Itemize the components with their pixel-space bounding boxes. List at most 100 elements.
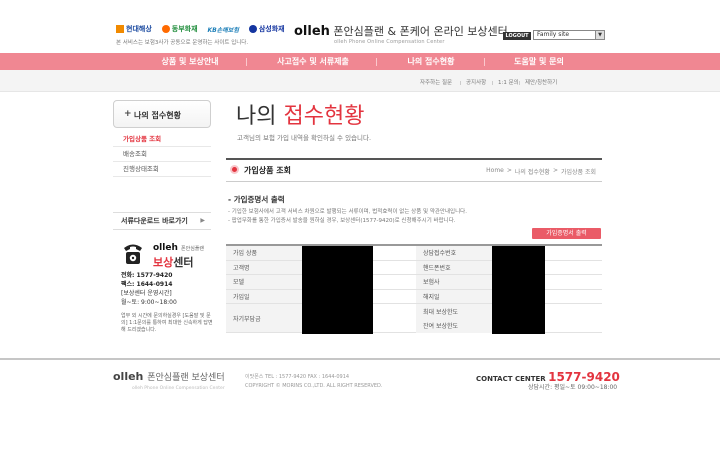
header: 현대해상 동부화재 KB손해보험 삼성화재 본 서비스는 보험3사가 공동으로 … (0, 0, 720, 52)
sub-nav-separator (460, 81, 461, 85)
footer-logo-text: 폰안심플랜 보상센터 (147, 373, 225, 383)
chevron-right-icon: ▶ (200, 217, 205, 224)
sidebar-item-product-lookup[interactable]: 가입상품 조회 (113, 132, 211, 147)
insurer-name: 동부화재 (171, 25, 198, 33)
redacted-values-right (492, 246, 545, 334)
family-site-select[interactable]: Family site ▼ (533, 30, 605, 40)
label-product: 가입 상품 (226, 246, 302, 260)
footer-copyright: COPYRIGHT © MORINS CO.,LTD. ALL RIGHT RE… (245, 383, 383, 389)
nav-item-products[interactable]: 상품 및 보상안내 (135, 53, 245, 70)
breadcrumb-separator: > (506, 167, 512, 174)
sidebar-header: + 나의 접수현황 (113, 100, 211, 128)
center-brand-sub: 폰안심플랜 (181, 246, 205, 252)
center-title: 보상센터 (153, 254, 194, 270)
insurer-name: KB손해보험 (207, 26, 239, 34)
nav-separator (246, 58, 247, 66)
sub-nav-inquiry[interactable]: 1:1 문의 (498, 78, 519, 86)
document-download-link[interactable]: 서류다운로드 바로가기 ▶ (113, 212, 211, 230)
table-row: 고객명 핸드폰번호 (226, 260, 602, 275)
footer-tel-fax: 이맛폰스 TEL : 1577-9420 FAX : 1644-0914 (245, 374, 350, 380)
sidebar-menu: 가입상품 조회 배송조회 진행상태조회 (113, 132, 211, 177)
center-contact-info: 전화: 1577-9420 팩스: 1644-0914 [보상센터 운영시간] … (121, 271, 177, 307)
label-deductible: 자기부담금 (226, 304, 302, 332)
label-remaining-limit: 잔여 보상한도 (416, 318, 492, 333)
label-cancel-date: 해지일 (416, 289, 492, 303)
insurer-note: 본 서비스는 보험3사가 공동으로 운영하는 사이트 입니다. (116, 40, 249, 46)
footer-logo-brand: olleh (113, 370, 144, 383)
sidebar-title: 나의 접수현황 (134, 111, 181, 120)
chevron-down-icon: ▼ (595, 31, 604, 39)
center-brand: olleh 폰안심플랜 (153, 243, 204, 253)
insurer-logos: 현대해상 동부화재 KB손해보험 삼성화재 (116, 24, 285, 34)
breadcrumb-status[interactable]: 나의 접수현황 (515, 167, 550, 176)
sub-nav-notice[interactable]: 공지사항 (466, 78, 486, 86)
certificate-heading: - 가입증명서 출력 (228, 195, 285, 204)
certificate-note: - 기입한 보험사에서 고객 서비스 차원으로 발행되는 서류이며, 법적효력이… (228, 209, 467, 215)
section-header: 가입상품 조회 Home > 나의 접수현황 > 가입상품 조회 (226, 158, 602, 182)
bullet-icon (230, 165, 239, 174)
sub-nav-suggest[interactable]: 제안/칭찬하기 (525, 78, 557, 86)
insurer-name: 현대해상 (126, 25, 152, 33)
center-fax: 팩스: 1644-0914 (121, 281, 173, 288)
footer-logo-subtitle: olleh Phone Online Compensation Center (132, 386, 225, 391)
nav-item-my-status[interactable]: 나의 접수현황 (376, 53, 486, 70)
center-phone: 전화: 1577-9420 (121, 272, 173, 279)
main-nav: 상품 및 보상안내 사고접수 및 서류제출 나의 접수현황 도움말 및 문의 (0, 53, 720, 70)
sidebar-item-progress[interactable]: 진행상태조회 (113, 162, 211, 177)
nav-item-help[interactable]: 도움말 및 문의 (484, 53, 594, 70)
label-customer-name: 고객명 (226, 260, 302, 274)
table-row: 모델 보험사 (226, 275, 602, 290)
sub-nav-faq[interactable]: 자주하는 질문 (420, 78, 452, 86)
kb-logo-icon[interactable]: KB손해보험 (208, 25, 239, 34)
contact-center-hours: 상담시간: 평일~토 09:00~18:00 (528, 384, 618, 391)
sub-nav: 자주하는 질문 공지사항 1:1 문의 제안/칭찬하기 (0, 70, 720, 92)
site-title-text: 폰안심플랜 & 폰케어 온라인 보상센터 (333, 25, 508, 38)
family-site-label: Family site (537, 31, 570, 38)
document-download-label: 서류다운로드 바로가기 (121, 217, 188, 225)
sidebar: + 나의 접수현황 가입상품 조회 배송조회 진행상태조회 (113, 100, 211, 177)
label-claim-number: 상담접수번호 (416, 246, 492, 260)
footer: olleh 폰안심플랜 보상센터 olleh Phone Online Comp… (0, 358, 720, 406)
site-title[interactable]: olleh 폰안심플랜 & 폰케어 온라인 보상센터 (294, 23, 508, 39)
plus-icon: + (124, 109, 132, 119)
center-title-rest: 센터 (173, 256, 194, 269)
site-title-brand: olleh (294, 24, 330, 39)
nav-item-claims[interactable]: 사고접수 및 서류제출 (258, 53, 368, 70)
subscription-info-table: 가입 상품 상담접수번호 고객명 핸드폰번호 모델 보험사 가입일 해지일 자기… (226, 244, 602, 334)
breadcrumb: Home > 나의 접수현황 > 가입상품 조회 (486, 167, 596, 176)
label-model: 모델 (226, 275, 302, 289)
label-join-date: 가입일 (226, 289, 302, 303)
page-description: 고객님의 보험 가입 내역을 확인하실 수 있습니다. (237, 134, 372, 142)
site-subtitle: olleh Phone Online Compensation Center (334, 39, 445, 45)
label-insurer: 보험사 (416, 275, 492, 289)
sidebar-item-delivery[interactable]: 배송조회 (113, 147, 211, 162)
page-title-plain: 나의 (236, 104, 284, 129)
sub-nav-separator (519, 81, 520, 85)
redacted-values-left (302, 246, 373, 334)
print-certificate-button[interactable]: 가입증명서 출력 (532, 228, 601, 239)
page-title: 나의 접수현황 (236, 98, 364, 130)
section-title: 가입상품 조회 (244, 166, 291, 175)
hyundai-logo-icon[interactable]: 현대해상 (116, 24, 152, 34)
breadcrumb-separator: > (552, 167, 558, 174)
dongbu-logo-icon[interactable]: 동부화재 (161, 24, 198, 34)
logout-button[interactable]: LOGOUT (503, 32, 531, 40)
telephone-icon (124, 244, 142, 264)
center-hours: 월~토: 9:00~18:00 (121, 299, 177, 306)
breadcrumb-current: 가입상품 조회 (560, 169, 596, 176)
center-note: 업무 외 시간에 문의하실경우 [도움말 및 문의] 1:1문의를 통하여 최대… (121, 313, 213, 333)
label-max-limit: 최대 보상한도 (416, 304, 492, 319)
table-row: 가입 상품 상담접수번호 (226, 246, 602, 261)
samsung-logo-icon[interactable]: 삼성화재 (248, 24, 285, 34)
certificate-note: - 팝업무화를 통한 가입증서 발송을 원하실 경우, 보상센터(1577-94… (228, 218, 456, 224)
table-row: 자기부담금 최대 보상한도 잔여 보상한도 (226, 304, 602, 333)
page-title-highlight: 접수현황 (283, 104, 365, 129)
sub-nav-separator (492, 81, 493, 85)
footer-logo: olleh 폰안심플랜 보상센터 (113, 370, 225, 383)
table-row: 가입일 해지일 (226, 289, 602, 304)
breadcrumb-home[interactable]: Home (486, 167, 504, 176)
insurer-name: 삼성화재 (258, 25, 285, 33)
label-phone-number: 핸드폰번호 (416, 260, 492, 274)
footer-address: 이맛폰스 TEL : 1577-9420 FAX : 1644-0914 COP… (245, 373, 382, 391)
center-brand-name: olleh (153, 243, 178, 253)
